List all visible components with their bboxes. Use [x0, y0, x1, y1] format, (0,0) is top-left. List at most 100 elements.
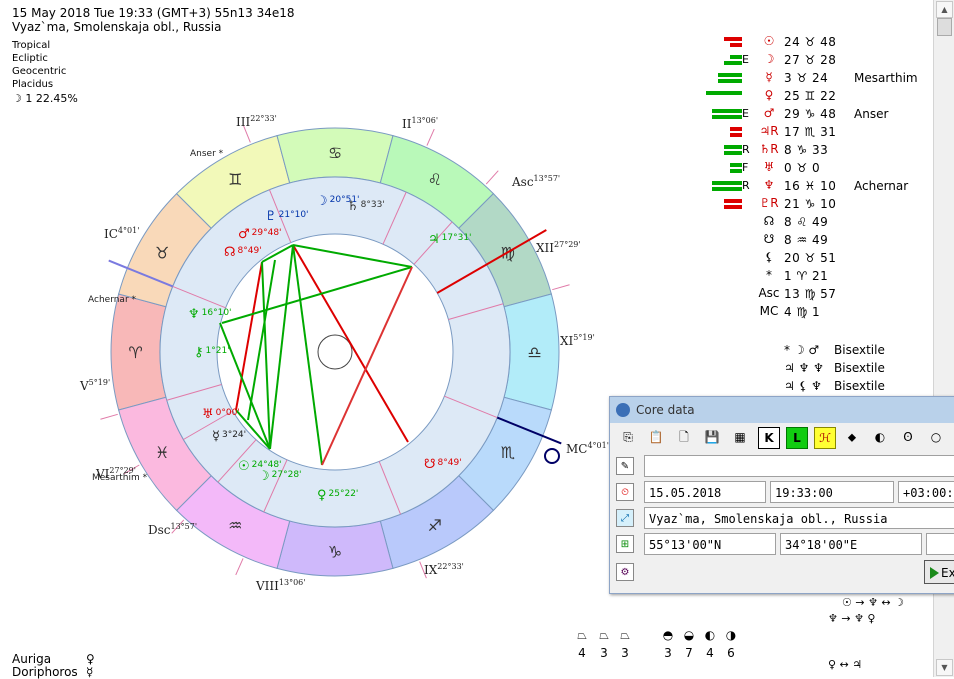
- dignity-bars: [702, 55, 742, 67]
- scroll-up-icon[interactable]: ▲: [936, 1, 953, 18]
- planet-position: 8 ♒ 49: [784, 233, 829, 247]
- dignity-bar: [724, 205, 742, 209]
- planet-row: MC 4 ♍ 1: [700, 304, 930, 322]
- house-cusp-tick: [426, 128, 435, 146]
- new-icon[interactable]: 🗋: [674, 427, 694, 447]
- planet-flag: F: [742, 161, 749, 174]
- house-cusp-tick: [235, 558, 244, 576]
- planet-position: 3 ♉ 24: [784, 71, 829, 85]
- mc-marker: [544, 448, 560, 464]
- cusp-label: XII27°29': [536, 240, 581, 255]
- planet-degree: 0°00': [216, 408, 240, 418]
- circle-icon[interactable]: ○: [926, 427, 946, 447]
- sign-glyph: ♉: [155, 243, 169, 262]
- name-field-icon[interactable]: ✎: [616, 457, 634, 475]
- sign-glyph: ♏: [501, 443, 515, 462]
- save-icon[interactable]: 💾: [702, 427, 722, 447]
- planet-row: ⚸ 20 ♉ 51: [700, 250, 930, 268]
- planet-row: ☊ 8 ♌ 49: [700, 214, 930, 232]
- center-circle: [317, 334, 353, 370]
- aspect-pattern-row: ♃ ♆ ♆ Bisextile: [784, 361, 885, 375]
- paste-icon[interactable]: 📋: [646, 427, 666, 447]
- scroll-down-icon[interactable]: ▼: [936, 659, 953, 676]
- name-field[interactable]: [644, 455, 954, 477]
- date-field-icon[interactable]: ⏲: [616, 483, 634, 501]
- planet-row: ♃R 17 ♏ 31: [700, 124, 930, 142]
- dignity-bars: [702, 145, 742, 157]
- sign-glyph: ♊: [228, 170, 242, 189]
- dignity-bars: [702, 91, 742, 103]
- altitude-field[interactable]: [926, 533, 954, 555]
- cusp-degree: 13°06': [411, 116, 438, 125]
- k-icon[interactable]: K: [758, 427, 780, 449]
- date-field[interactable]: 15.05.2018: [644, 481, 766, 503]
- l-icon[interactable]: L: [786, 427, 808, 449]
- planet-position: 21 ♑ 10: [784, 197, 837, 211]
- planet-degree: 25°22': [329, 489, 359, 499]
- dignity-bar: [730, 43, 742, 47]
- planet-glyph: ☊: [763, 214, 775, 228]
- planet-position: 25 ♊ 22: [784, 89, 837, 103]
- sign-glyph: ♓: [155, 443, 169, 462]
- planet-glyph: ♆: [763, 178, 775, 192]
- sign-glyph: ♑: [328, 543, 342, 562]
- planet-row: F ♅ 0 ♉ 0: [700, 160, 930, 178]
- planet-row: ♀ 25 ♊ 22: [700, 88, 930, 106]
- star-name: Auriga: [12, 652, 52, 666]
- core-data-dialog[interactable]: Core data ⎘📋🗋💾▦KLℋ⬥◐ʘ○○ ✎ ⏲ 15.05.2018 1…: [609, 396, 954, 594]
- execute-button[interactable]: Ex: [924, 560, 954, 584]
- planet-degree: 1°21': [206, 346, 230, 356]
- sign-glyph: ♋: [328, 144, 342, 163]
- planet-glyph: ☉: [763, 34, 775, 48]
- app-icon: [616, 403, 630, 417]
- settings-icon[interactable]: ⚙: [616, 563, 634, 581]
- dignity-bars: [702, 163, 742, 175]
- dialog-titlebar[interactable]: Core data: [610, 397, 954, 423]
- sign-glyph: ♐: [428, 516, 442, 535]
- symbol-icon[interactable]: ʘ: [898, 427, 918, 447]
- sign-glyph: ♌: [428, 170, 442, 189]
- planet-flag: R: [742, 143, 750, 156]
- cusp-degree: 22°33': [437, 562, 464, 571]
- latitude-field[interactable]: 55°13'00"N: [644, 533, 776, 555]
- planet-position: 16 ♓ 10: [784, 179, 837, 193]
- planet-degree: 21°10': [279, 210, 309, 220]
- planet-glyph: ☿: [765, 70, 773, 84]
- coords-field-icon[interactable]: ⊞: [616, 535, 634, 553]
- dignity-bars: [702, 37, 742, 49]
- time-field[interactable]: 19:33:00: [770, 481, 894, 503]
- place-field-icon[interactable]: ⤢: [616, 509, 634, 527]
- dignity-bar: [706, 91, 742, 95]
- relation-row: ♆ → ♆ ♀: [828, 612, 876, 625]
- planet-row: ♇R 21 ♑ 10: [700, 196, 930, 214]
- moon-icon[interactable]: ◐: [870, 427, 890, 447]
- arrow-icon[interactable]: ⬥: [842, 427, 862, 447]
- planet-row: E ♂ 29 ♑ 48 Anser: [700, 106, 930, 124]
- planet-row: * 1 ♈ 21: [700, 268, 930, 286]
- planet-degree: 3°24': [222, 430, 246, 440]
- dignity-bars: [702, 271, 742, 283]
- planet-degree: 16°10': [202, 308, 232, 318]
- aspect-pattern-name: Bisextile: [834, 361, 885, 375]
- planet-glyph: ☽: [763, 52, 775, 66]
- calendar-icon[interactable]: ▦: [730, 427, 750, 447]
- dignity-bars: [702, 127, 742, 139]
- h-icon[interactable]: ℋ: [814, 427, 836, 449]
- cusp-degree: 4°01': [118, 226, 139, 235]
- planet-degree: 8°49': [438, 458, 462, 468]
- dignity-bar: [730, 133, 742, 137]
- aspect-pattern-glyphs: * ☽ ♂: [784, 343, 820, 357]
- place-field[interactable]: Vyaz`ma, Smolenskaja obl., Russia: [644, 507, 954, 529]
- bottom-star-row: Auriga ♀: [12, 652, 95, 666]
- dignity-bar: [730, 163, 742, 167]
- timezone-field[interactable]: +03:00:: [898, 481, 954, 503]
- cusp-label: VIII13°06': [255, 578, 305, 593]
- planet-glyph: ⚸: [764, 250, 774, 264]
- scroll-thumb[interactable]: [937, 18, 952, 36]
- dignity-bars: [702, 181, 742, 193]
- dignity-bars: [702, 217, 742, 229]
- copy-icon[interactable]: ⎘: [618, 427, 638, 447]
- aspect-pattern-name: Bisextile: [834, 379, 885, 393]
- dignity-bar: [718, 73, 742, 77]
- longitude-field[interactable]: 34°18'00"E: [780, 533, 922, 555]
